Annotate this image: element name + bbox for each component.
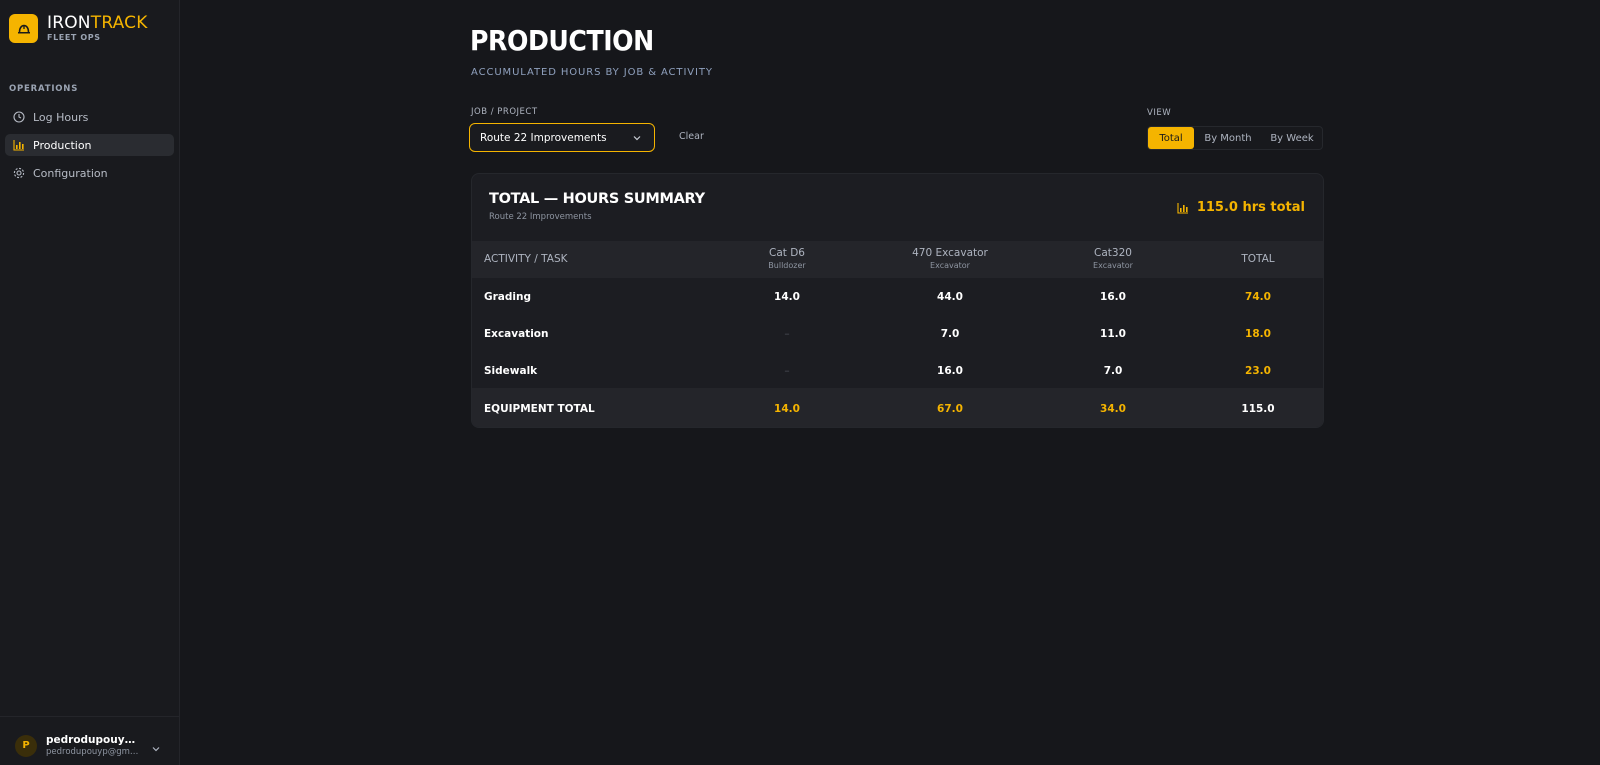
view-toggle: Total By Month By Week <box>1147 126 1323 150</box>
total-hours-badge: 115.0 hrs total <box>1177 200 1305 215</box>
user-menu[interactable]: P pedrodupouyp@g... pedrodupouyp@gmail..… <box>15 734 140 757</box>
sidebar-item-label: Log Hours <box>33 110 89 124</box>
row-activity: Sidewalk <box>484 364 538 377</box>
sidebar-item-label: Configuration <box>33 166 108 180</box>
row-value: 44.0 <box>937 290 963 303</box>
column-header-label: TOTAL <box>1241 253 1275 265</box>
table-header: ACTIVITY / TASK Cat D6 Bulldozer 470 Exc… <box>472 241 1323 278</box>
column-header-total: TOTAL <box>1198 253 1318 265</box>
row-value: – <box>784 327 790 340</box>
column-header-equipment: Cat320 Excavator <box>1053 247 1173 270</box>
row-value: – <box>784 364 790 377</box>
row-value: 7.0 <box>940 327 960 340</box>
row-activity: Excavation <box>484 327 549 340</box>
user-name: pedrodupouyp@g... <box>46 734 140 746</box>
row-value: 11.0 <box>1100 327 1126 340</box>
row-activity: Grading <box>484 290 531 303</box>
footer-value: 34.0 <box>1100 402 1126 415</box>
footer-value: 67.0 <box>937 402 963 415</box>
equipment-name: Cat320 <box>1094 247 1132 259</box>
equipment-type: Bulldozer <box>768 261 806 270</box>
bar-chart-icon <box>1177 202 1189 214</box>
chevron-down-icon <box>632 133 642 143</box>
bar-chart-icon <box>13 139 25 151</box>
hours-summary-card: TOTAL — HOURS SUMMARY Route 22 Improveme… <box>471 173 1324 428</box>
avatar: P <box>15 734 37 757</box>
equipment-type: Excavator <box>1093 261 1133 270</box>
clear-button[interactable]: Clear <box>679 131 704 142</box>
page-subtitle: ACCUMULATED HOURS BY JOB & ACTIVITY <box>471 67 713 78</box>
row-total: 74.0 <box>1245 290 1271 303</box>
job-project-select[interactable]: Route 22 Improvements <box>469 123 655 152</box>
brand-name: IRONTRACK <box>47 15 148 32</box>
equipment-name: Cat D6 <box>769 247 805 259</box>
hard-hat-icon <box>9 14 38 43</box>
footer-label: EQUIPMENT TOTAL <box>484 402 595 415</box>
footer-value: 14.0 <box>774 402 800 415</box>
table-row: Sidewalk – 16.0 7.0 23.0 <box>472 352 1323 389</box>
row-value: 7.0 <box>1103 364 1123 377</box>
sidebar-item-log-hours[interactable]: Log Hours <box>5 106 174 128</box>
chevron-down-icon[interactable] <box>150 740 162 752</box>
row-value: 16.0 <box>937 364 963 377</box>
job-project-label: JOB / PROJECT <box>471 107 538 117</box>
brand[interactable]: IRONTRACK FLEET OPS <box>9 14 148 43</box>
view-option-by-week[interactable]: By Week <box>1262 127 1322 149</box>
column-header-label: ACTIVITY / TASK <box>484 253 568 265</box>
column-header-activity: ACTIVITY / TASK <box>484 253 568 265</box>
table-row: Grading 14.0 44.0 16.0 74.0 <box>472 278 1323 315</box>
table-row: Excavation – 7.0 11.0 18.0 <box>472 315 1323 352</box>
card-title: TOTAL — HOURS SUMMARY <box>489 191 705 207</box>
gear-icon <box>13 167 25 179</box>
equipment-name: 470 Excavator <box>912 247 988 259</box>
clock-icon <box>13 111 25 123</box>
view-label: VIEW <box>1147 108 1172 118</box>
column-header-equipment: Cat D6 Bulldozer <box>727 247 847 270</box>
equipment-total-row: EQUIPMENT TOTAL 14.0 67.0 34.0 115.0 <box>472 388 1323 427</box>
view-option-by-month[interactable]: By Month <box>1194 127 1262 149</box>
sidebar: IRONTRACK FLEET OPS OPERATIONS Log Hours… <box>0 0 180 765</box>
brand-name-part2: TRACK <box>90 13 148 33</box>
brand-name-part1: IRON <box>47 13 91 33</box>
view-option-total[interactable]: Total <box>1148 127 1194 149</box>
row-total: 18.0 <box>1245 327 1271 340</box>
user-email: pedrodupouyp@gmail... <box>46 747 140 757</box>
row-total: 23.0 <box>1245 364 1271 377</box>
row-value: 14.0 <box>774 290 800 303</box>
footer-total: 115.0 <box>1241 402 1275 415</box>
sidebar-item-configuration[interactable]: Configuration <box>5 162 174 184</box>
row-value: 16.0 <box>1100 290 1126 303</box>
job-project-value: Route 22 Improvements <box>480 131 607 144</box>
card-subtitle: Route 22 Improvements <box>489 212 592 222</box>
nav-section-operations: OPERATIONS <box>9 84 79 94</box>
equipment-type: Excavator <box>930 261 970 270</box>
sidebar-item-production[interactable]: Production <box>5 134 174 156</box>
sidebar-item-label: Production <box>33 138 92 152</box>
column-header-equipment: 470 Excavator Excavator <box>890 247 1010 270</box>
divider <box>0 716 180 717</box>
total-hours-text: 115.0 hrs total <box>1196 200 1305 215</box>
page-title: PRODUCTION <box>470 24 654 57</box>
brand-subtitle: FLEET OPS <box>47 33 101 42</box>
